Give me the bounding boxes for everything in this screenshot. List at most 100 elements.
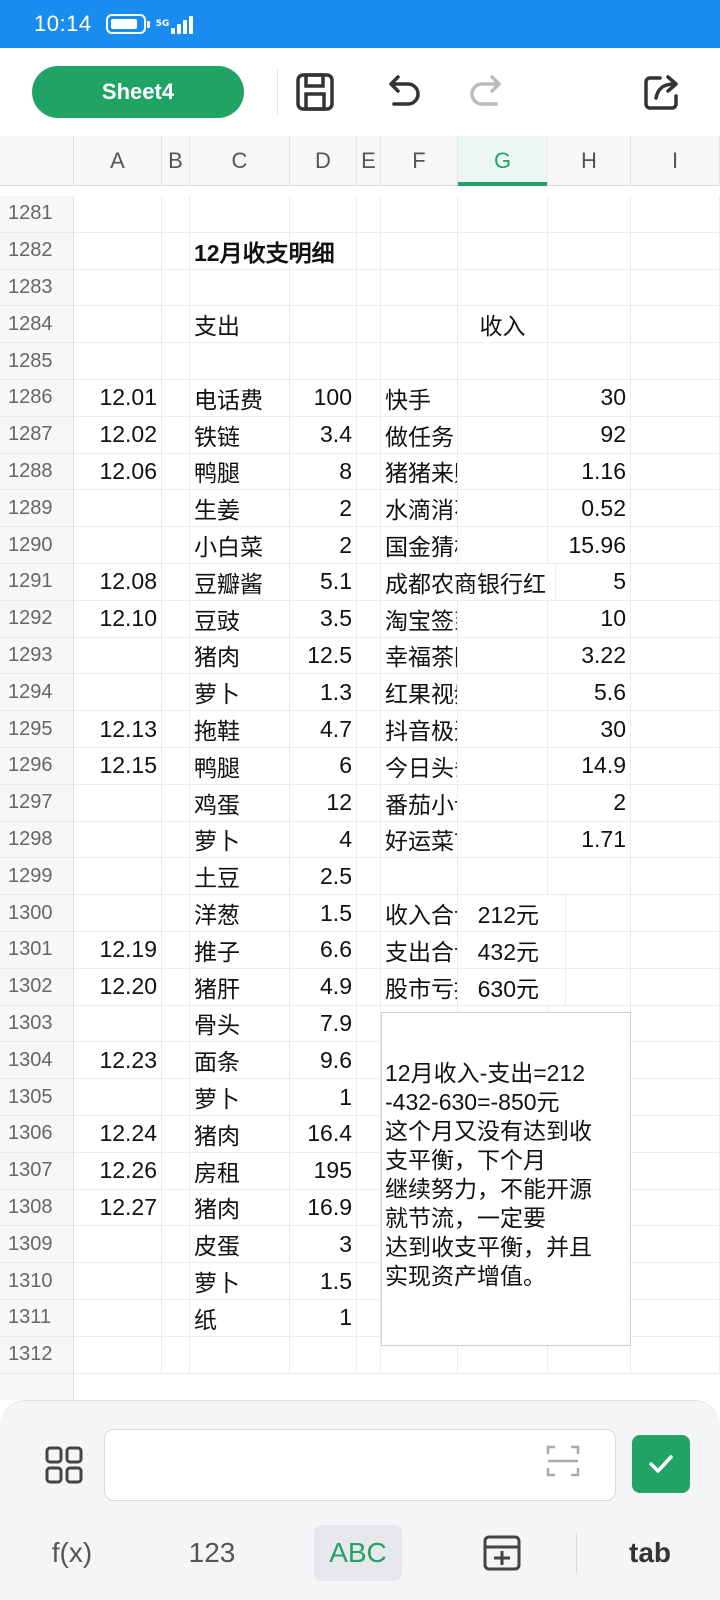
row-number[interactable]: 1297: [0, 784, 74, 822]
cell-c[interactable]: 铁链: [190, 416, 290, 454]
cell-i[interactable]: [631, 748, 720, 785]
cell-g[interactable]: [458, 453, 548, 491]
cell-d[interactable]: 1: [290, 1079, 357, 1116]
cell-e[interactable]: [357, 1005, 381, 1043]
cell-c[interactable]: 萝卜: [190, 821, 290, 859]
cell-e[interactable]: [357, 858, 381, 896]
cell-d[interactable]: [290, 1336, 357, 1374]
row-number[interactable]: 1300: [0, 895, 74, 932]
cell-d[interactable]: 2.5: [290, 858, 357, 896]
cell-f[interactable]: 红果视频: [381, 674, 458, 712]
cell-c[interactable]: 豆瓣酱: [190, 564, 290, 601]
cell-g[interactable]: [458, 269, 548, 307]
cell-i[interactable]: [631, 711, 720, 748]
cell-b[interactable]: [162, 784, 190, 822]
cell-b[interactable]: [162, 858, 190, 896]
row-number[interactable]: 1290: [0, 527, 74, 564]
cell-h[interactable]: 5: [548, 564, 631, 601]
cell-d[interactable]: 7.9: [290, 1005, 357, 1043]
share-icon[interactable]: [640, 70, 684, 114]
row-number[interactable]: 1291: [0, 564, 74, 601]
row-number[interactable]: 1281: [0, 196, 74, 233]
cell-d[interactable]: 100: [290, 380, 357, 417]
cell-i[interactable]: [631, 784, 720, 822]
row-number[interactable]: 1292: [0, 600, 74, 638]
cell-f[interactable]: [381, 858, 458, 896]
cell-e[interactable]: [357, 306, 381, 344]
cell-i[interactable]: [631, 416, 720, 454]
cell-a[interactable]: 12.13: [74, 711, 162, 748]
cell-h[interactable]: 30: [548, 380, 631, 417]
row-number[interactable]: 1299: [0, 858, 74, 896]
cell-b[interactable]: [162, 932, 190, 969]
cell-i[interactable]: [631, 821, 720, 859]
cell-g[interactable]: [458, 196, 548, 233]
cell-a[interactable]: 12.10: [74, 600, 162, 638]
save-icon[interactable]: [293, 70, 337, 114]
cell-d[interactable]: 195: [290, 1152, 357, 1190]
cell-i[interactable]: [631, 453, 720, 491]
cell-d[interactable]: 2: [290, 527, 357, 564]
cell-e[interactable]: [357, 1300, 381, 1337]
cell-e[interactable]: [357, 637, 381, 675]
cell-f[interactable]: 幸福茶园: [381, 637, 458, 675]
cell-e[interactable]: [357, 1116, 381, 1153]
cell-c[interactable]: 洋葱: [190, 895, 290, 932]
cell-a[interactable]: [74, 784, 162, 822]
cell-f[interactable]: 股市亏损: [381, 968, 458, 1006]
row-number[interactable]: 1303: [0, 1005, 74, 1043]
cell-g[interactable]: [458, 674, 548, 712]
cell-c[interactable]: 房租: [190, 1152, 290, 1190]
cell-g[interactable]: [458, 416, 548, 454]
cell-i[interactable]: [631, 858, 720, 896]
cell-f[interactable]: [381, 196, 458, 233]
cell-menu-icon[interactable]: [44, 1445, 84, 1485]
cell-d[interactable]: 3: [290, 1226, 357, 1264]
row-number[interactable]: 1286: [0, 380, 74, 417]
row-number[interactable]: 1296: [0, 748, 74, 785]
cell-a[interactable]: 12.26: [74, 1152, 162, 1190]
cell-h[interactable]: 0.52: [548, 490, 631, 528]
cell-d[interactable]: 3.4: [290, 416, 357, 454]
cell-c[interactable]: [190, 1336, 290, 1374]
cell-a[interactable]: [74, 527, 162, 564]
cell-c[interactable]: [190, 196, 290, 233]
cell-d[interactable]: 2: [290, 490, 357, 528]
cell-c[interactable]: 皮蛋: [190, 1226, 290, 1264]
cell-e[interactable]: [357, 1336, 381, 1374]
cell-h[interactable]: [548, 269, 631, 307]
cell-b[interactable]: [162, 527, 190, 564]
cell-a[interactable]: [74, 1226, 162, 1264]
cell-i[interactable]: [631, 1226, 720, 1264]
cell-f[interactable]: 做任务: [381, 416, 458, 454]
cell-e[interactable]: [357, 527, 381, 564]
tab-letters[interactable]: ABC: [314, 1525, 402, 1581]
cell-d[interactable]: 4: [290, 821, 357, 859]
row-number[interactable]: 1312: [0, 1336, 74, 1374]
cell-i[interactable]: [631, 1042, 720, 1080]
cell-i[interactable]: [631, 527, 720, 564]
cell-b[interactable]: [162, 1336, 190, 1374]
cell-i[interactable]: [631, 968, 720, 1006]
cell-b[interactable]: [162, 343, 190, 380]
cell-d[interactable]: 3.5: [290, 600, 357, 638]
cell-g[interactable]: [458, 711, 548, 748]
cell-c[interactable]: 猪肉: [190, 1189, 290, 1227]
row-number[interactable]: 1289: [0, 490, 74, 528]
cell-b[interactable]: [162, 453, 190, 491]
cell-c[interactable]: 萝卜: [190, 674, 290, 712]
row-number[interactable]: 1288: [0, 453, 74, 491]
row-number[interactable]: 1306: [0, 1116, 74, 1153]
cell-i[interactable]: [631, 1005, 720, 1043]
cell-a[interactable]: [74, 674, 162, 712]
cell-a[interactable]: 12.27: [74, 1189, 162, 1227]
cell-g[interactable]: 212元: [458, 895, 566, 932]
cell-c[interactable]: 12月收支明细: [190, 232, 335, 270]
cell-e[interactable]: [357, 564, 381, 601]
cell-e[interactable]: [357, 1042, 381, 1080]
cell-a[interactable]: [74, 821, 162, 859]
cell-b[interactable]: [162, 269, 190, 307]
row-number[interactable]: 1310: [0, 1263, 74, 1300]
cell-a[interactable]: [74, 637, 162, 675]
row-number[interactable]: 1304: [0, 1042, 74, 1080]
